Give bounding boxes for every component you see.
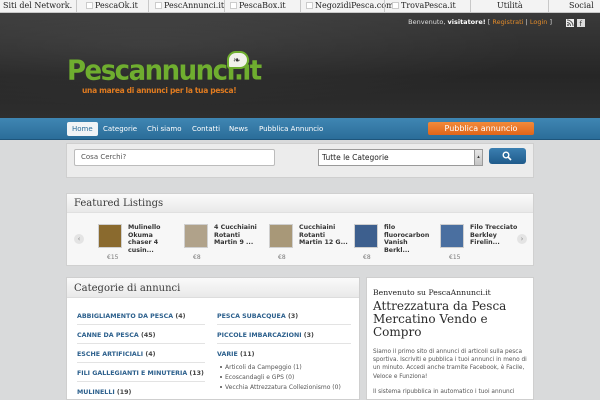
listing-thumbnail[interactable] (354, 224, 378, 248)
listing-title[interactable]: Filo Trecciato Berkley Firelin... (470, 224, 520, 247)
favicon-icon (230, 2, 237, 9)
welcome-paragraph: Siamo il primo sito di annunci di artico… (373, 349, 527, 380)
rss-icon[interactable] (566, 19, 574, 27)
social-menu[interactable]: Social (569, 0, 594, 12)
listing-title[interactable]: Cucchiaini Rotanti Martin 12 G... (299, 224, 349, 247)
listing-card[interactable]: filo fluorocarbon Vanish Berkl... €8 (354, 224, 434, 264)
facebook-icon[interactable]: f (577, 19, 585, 28)
main-nav: Home Categorie Chi siamo Contatti News P… (0, 118, 600, 140)
listing-thumbnail[interactable] (98, 224, 122, 248)
welcome-subtitle: Benvenuto su PescaAnnunci.it (373, 288, 491, 297)
favicon-icon (155, 2, 162, 9)
listing-price: €8 (278, 254, 286, 261)
category-link[interactable]: ESCHE ARTIFICIALI (4) (77, 351, 155, 358)
category-link[interactable]: FILI GALLEGIANTI E MINUTERIA (13) (77, 370, 204, 377)
listing-title[interactable]: filo fluorocarbon Vanish Berkl... (384, 224, 434, 254)
nav-contatti[interactable]: Contatti (187, 122, 225, 136)
listing-title[interactable]: 4 Cucchiaini Rotanti Martin 9 ... (214, 224, 264, 247)
category-link[interactable]: MULINELLI (19) (77, 389, 131, 396)
welcome-paragraph: Il sistema ripubblica in automatico i tu… (373, 389, 515, 395)
listing-price: €15 (449, 254, 461, 261)
category-select[interactable]: Tutte le Categorie ▴ (318, 149, 483, 166)
subcategory-link[interactable]: Articoli da Campeggio (1) (220, 364, 302, 371)
utility-menu[interactable]: Utilità (497, 0, 523, 12)
register-link[interactable]: Registrati (492, 18, 523, 26)
listing-thumbnail[interactable] (184, 224, 208, 248)
network-link-pescaok[interactable]: PescaOk.it (86, 0, 138, 12)
category-link[interactable]: VARIE (11) (217, 351, 255, 358)
nav-categorie[interactable]: Categorie (98, 122, 142, 136)
listing-card[interactable]: 4 Cucchiaini Rotanti Martin 9 ... €8 (184, 224, 264, 264)
favicon-icon (392, 2, 399, 9)
subcategory-link[interactable]: Ecoscandagli e GPS (0) (220, 374, 294, 381)
category-link[interactable]: PICCOLE IMBARCAZIONI (3) (217, 332, 314, 339)
categories-panel: Categorie di annunci ABBIGLIAMENTO DA PE… (66, 277, 360, 400)
network-label: Siti del Network. (3, 1, 73, 10)
logo-fish-icon: ❧ (227, 51, 249, 69)
category-link[interactable]: CANNE DA PESCA (45) (77, 332, 156, 339)
categories-title: Categorie di annunci (74, 283, 181, 294)
listing-card[interactable]: Mulinello Okuma chaser 4 cusin... €15 (98, 224, 178, 264)
network-link-pescannunci[interactable]: PescAnnunci.it (155, 0, 224, 12)
login-link[interactable]: Login (530, 18, 548, 26)
nav-news[interactable]: News (224, 122, 253, 136)
search-button[interactable] (489, 148, 526, 164)
listing-price: €8 (193, 254, 201, 261)
category-select-value: Tutte le Categorie (322, 153, 389, 162)
welcome-title: Attrezzatura da Pesca Mercatino Vendo e … (373, 299, 507, 339)
listing-card[interactable]: Cucchiaini Rotanti Martin 12 G... €8 (269, 224, 349, 264)
category-link[interactable]: ABBIGLIAMENTO DA PESCA (4) (77, 313, 185, 320)
listing-thumbnail[interactable] (269, 224, 293, 248)
welcome-bar: Benvenuto, visitatore! [ Registrati | Lo… (408, 18, 552, 26)
favicon-icon (86, 2, 93, 9)
featured-title: Featured Listings (74, 198, 164, 209)
listing-card[interactable]: Filo Trecciato Berkley Firelin... €15 (440, 224, 520, 264)
search-input[interactable]: Cosa Cerchi? (74, 149, 275, 166)
favicon-icon (306, 2, 313, 9)
nav-pubblica-annuncio[interactable]: Pubblica Annuncio (254, 122, 328, 136)
network-link-pescabox[interactable]: PescaBox.it (230, 0, 286, 12)
nav-chi-siamo[interactable]: Chi siamo (142, 122, 186, 136)
category-link[interactable]: PESCA SUBACQUEA (3) (217, 313, 298, 320)
site-header: Benvenuto, visitatore! [ Registrati | Lo… (0, 13, 600, 118)
listing-price: €8 (363, 254, 371, 261)
welcome-panel: Benvenuto su PescaAnnunci.it Attrezzatur… (366, 277, 534, 400)
search-icon (502, 151, 512, 161)
carousel-prev-icon[interactable]: ‹ (74, 234, 84, 244)
network-link-trovapesca[interactable]: TrovaPesca.it (392, 0, 456, 12)
subcategory-link[interactable]: Vecchia Attrezzatura Collezionismo (0) (220, 384, 341, 391)
search-bar: Cosa Cerchi? Tutte le Categorie ▴ (66, 143, 534, 178)
featured-listings: Featured Listings ‹ › Mulinello Okuma ch… (66, 193, 534, 266)
network-link-negozidipesca[interactable]: NegozidiPesca.com (306, 0, 394, 12)
site-tagline: una marea di annunci per la tua pesca! (82, 86, 237, 95)
publish-listing-button[interactable]: Pubblica annuncio (428, 122, 534, 135)
listing-price: €15 (107, 254, 119, 261)
listing-title[interactable]: Mulinello Okuma chaser 4 cusin... (128, 224, 178, 254)
nav-home[interactable]: Home (67, 122, 98, 136)
listing-thumbnail[interactable] (440, 224, 464, 248)
select-arrows-icon: ▴ (474, 150, 482, 165)
network-bar: Siti del Network. PescaOk.it PescAnnunci… (0, 0, 600, 13)
welcome-user: visitatore! (447, 18, 486, 26)
